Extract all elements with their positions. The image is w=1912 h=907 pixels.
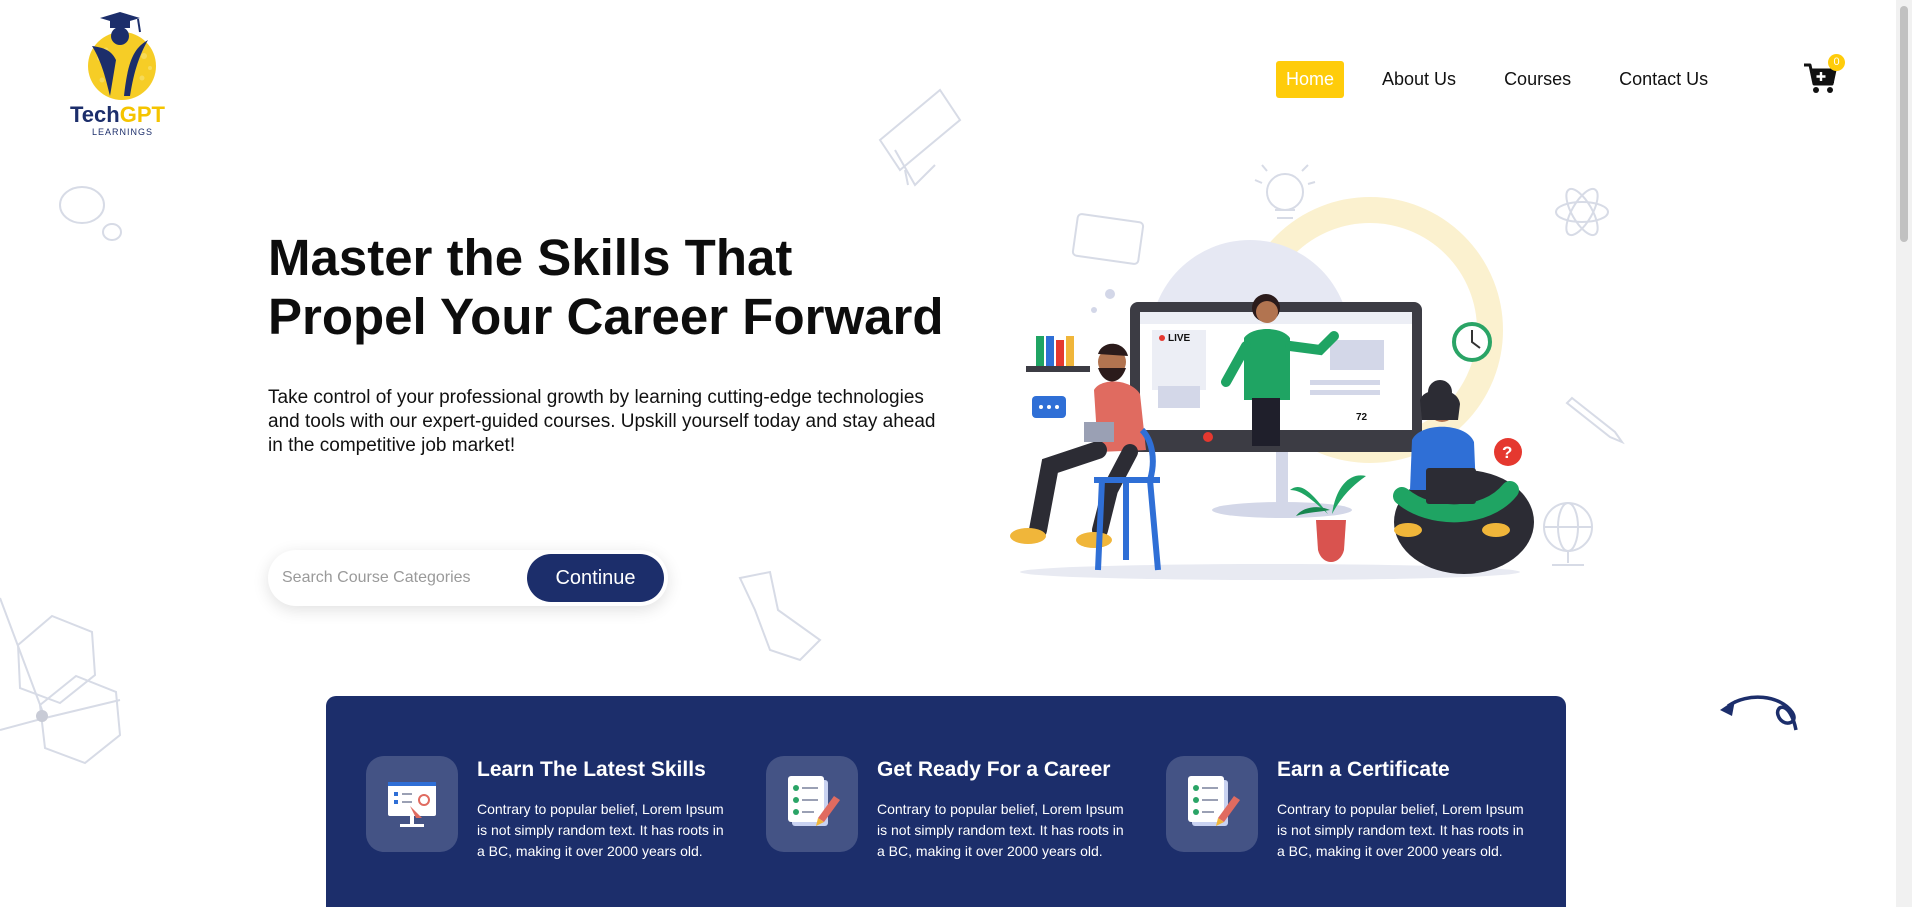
hero-title: Master the Skills That Propel Your Caree… bbox=[268, 228, 988, 346]
feature-icon-tile bbox=[1166, 756, 1258, 852]
brand-name: TechGPT bbox=[70, 102, 165, 127]
svg-text:?: ? bbox=[1502, 443, 1512, 462]
chat-bubble-icon bbox=[1032, 396, 1066, 418]
main-nav: Home About Us Courses Contact Us bbox=[1276, 61, 1746, 98]
feature-title: Earn a Certificate bbox=[1277, 758, 1450, 781]
course-search-box: Continue bbox=[268, 550, 668, 606]
feature-card: Earn a Certificate Contrary to popular b… bbox=[1126, 756, 1524, 906]
feature-title: Learn The Latest Skills bbox=[477, 758, 706, 781]
site-logo[interactable]: TechGPT LEARNINGS bbox=[68, 10, 172, 140]
feature-icon-tile bbox=[366, 756, 458, 852]
feature-text: Contrary to popular belief, Lorem Ipsum … bbox=[1277, 801, 1524, 859]
page-scrollbar[interactable] bbox=[1896, 0, 1912, 907]
page: TechGPT LEARNINGS Home About Us Courses … bbox=[0, 0, 1912, 907]
course-search-input[interactable] bbox=[282, 550, 522, 606]
graduate-emblem-icon bbox=[88, 12, 156, 100]
cart-count-badge: 0 bbox=[1828, 54, 1845, 71]
feature-text: Contrary to popular belief, Lorem Ipsum … bbox=[477, 801, 724, 859]
potted-plant bbox=[1290, 475, 1366, 562]
hero-subtitle: Take control of your professional growth… bbox=[268, 387, 936, 456]
feature-text: Contrary to popular belief, Lorem Ipsum … bbox=[877, 801, 1124, 859]
feature-card: Learn The Latest Skills Contrary to popu… bbox=[326, 756, 724, 906]
cart-button[interactable]: 0 bbox=[1802, 54, 1845, 96]
brand-tagline: LEARNINGS bbox=[92, 127, 154, 137]
nav-contact-us[interactable]: Contact Us bbox=[1609, 61, 1718, 98]
nav-about-us[interactable]: About Us bbox=[1372, 61, 1466, 98]
hero-illustration: LIVE 72 ? bbox=[1010, 197, 1534, 580]
question-mark-icon: ? bbox=[1494, 438, 1522, 466]
feature-title: Get Ready For a Career bbox=[877, 758, 1111, 781]
bookshelf bbox=[1026, 336, 1090, 372]
checklist-icon bbox=[788, 776, 840, 826]
viewer-count: 72 bbox=[1356, 412, 1368, 423]
nav-home[interactable]: Home bbox=[1276, 61, 1345, 98]
continue-button[interactable]: Continue bbox=[527, 554, 664, 602]
features-band: Learn The Latest Skills Contrary to popu… bbox=[326, 696, 1566, 907]
scrollbar-thumb[interactable] bbox=[1900, 6, 1908, 242]
hero-title-line-2: Propel Your Career Forward bbox=[268, 288, 944, 345]
feature-icon-tile bbox=[766, 756, 858, 852]
feature-card: Get Ready For a Career Contrary to popul… bbox=[726, 756, 1124, 906]
live-label: LIVE bbox=[1168, 333, 1191, 344]
presentation-board-icon bbox=[388, 782, 436, 827]
nav-courses[interactable]: Courses bbox=[1494, 61, 1581, 98]
certificate-icon bbox=[1188, 776, 1240, 826]
hero-title-line-1: Master the Skills That bbox=[268, 229, 793, 286]
clock-icon bbox=[1452, 322, 1492, 362]
